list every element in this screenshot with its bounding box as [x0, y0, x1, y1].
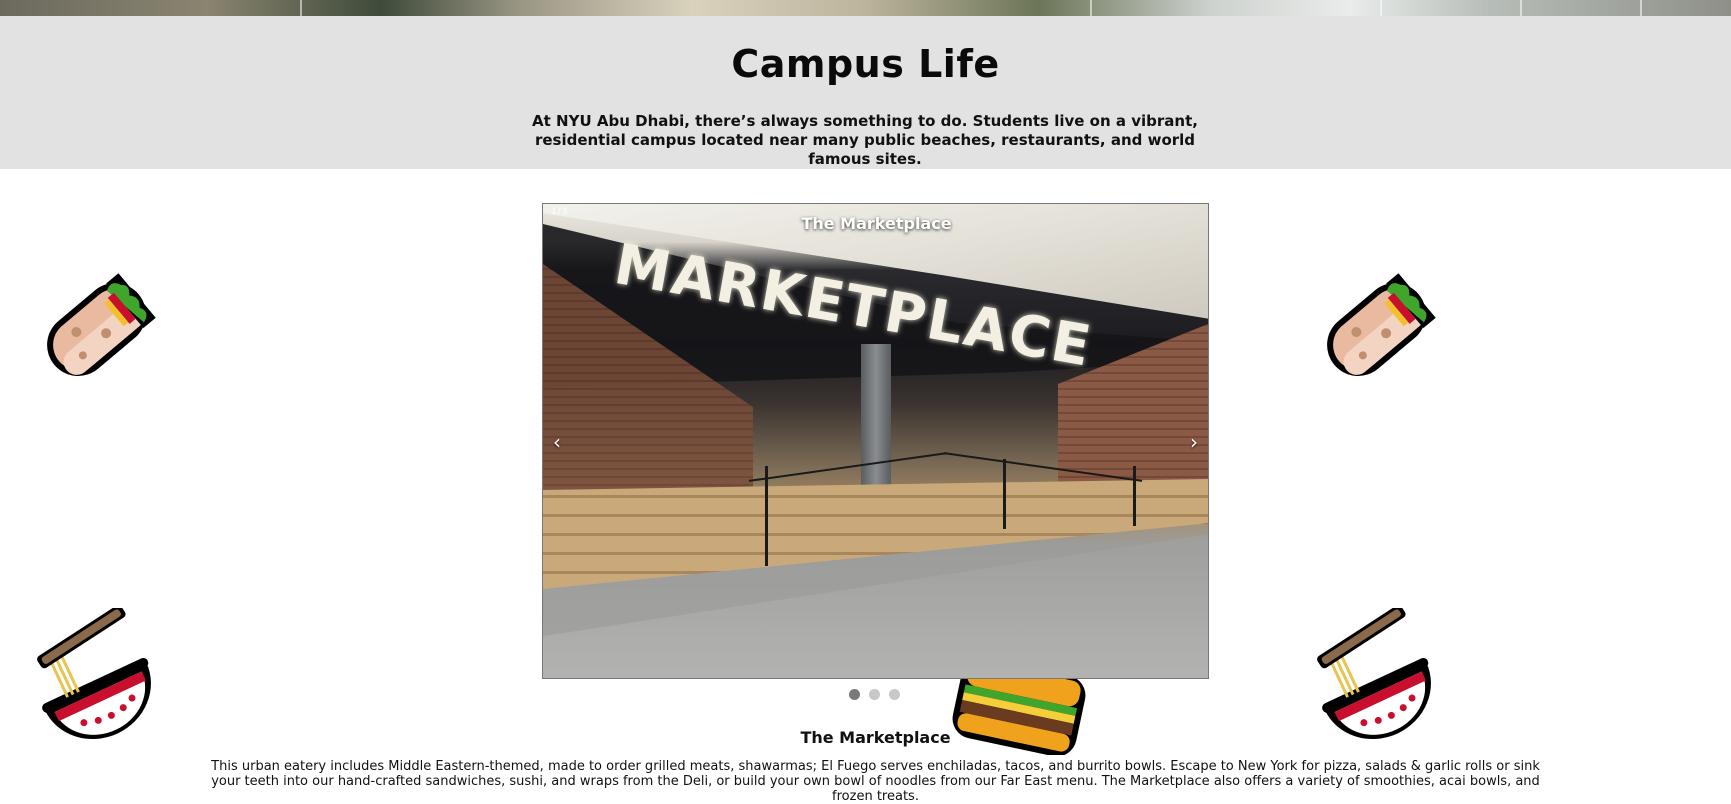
section-description: This urban eatery includes Middle Easter… — [211, 759, 1540, 804]
page-title: Campus Life — [731, 42, 1000, 86]
hero-image-strip — [0, 0, 1731, 16]
carousel-dot-3[interactable] — [889, 689, 900, 700]
campus-life-banner: Campus Life At NYU Abu Dhabi, there’s al… — [0, 16, 1731, 169]
image-carousel[interactable]: MARKETPLACE 1/3 The Marketplace ‹ › — [542, 203, 1209, 679]
carousel-dot-2[interactable] — [869, 689, 880, 700]
intro-text: At NYU Abu Dhabi, there’s always somethi… — [532, 112, 1198, 168]
burrito-icon — [1302, 262, 1442, 402]
slide-caption: The Marketplace — [801, 214, 952, 233]
carousel-prev-button[interactable]: ‹ — [547, 430, 567, 454]
carousel-next-button[interactable]: › — [1184, 430, 1204, 454]
carousel-pagination — [849, 689, 909, 701]
carousel-photo-marketplace: MARKETPLACE — [543, 204, 1208, 678]
burrito-icon — [22, 262, 162, 402]
carousel-dot-1[interactable] — [849, 689, 860, 700]
section-title: The Marketplace — [800, 728, 951, 747]
